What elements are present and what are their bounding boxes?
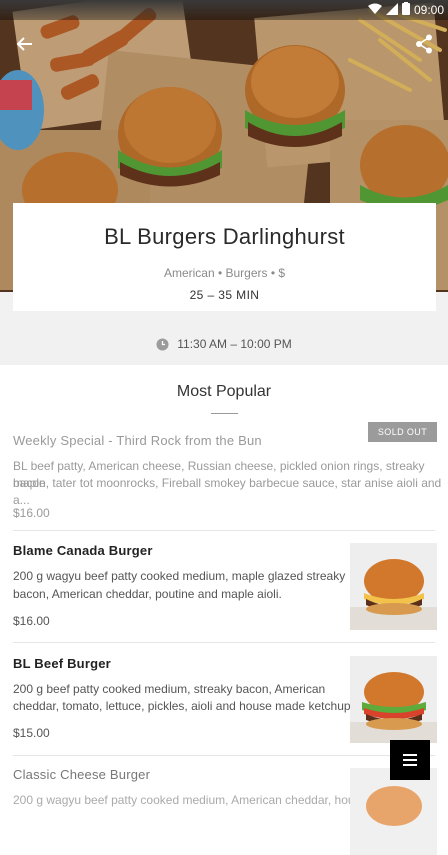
item-title: BL Beef Burger xyxy=(13,656,111,671)
signal-icon xyxy=(385,2,398,18)
status-time: 09:00 xyxy=(413,3,444,17)
back-button[interactable] xyxy=(10,30,38,58)
item-title: Classic Cheese Burger xyxy=(13,767,151,782)
item-price: $15.00 xyxy=(13,726,50,740)
item-photo xyxy=(350,768,437,855)
delivery-eta: 25 – 35 MIN xyxy=(189,288,260,302)
divider xyxy=(13,642,435,643)
opening-hours: 11:30 AM – 10:00 PM xyxy=(0,337,448,351)
item-photo xyxy=(350,656,437,743)
item-price: $16.00 xyxy=(13,614,50,628)
battery-icon xyxy=(401,2,410,18)
divider xyxy=(13,530,435,531)
item-description: 200 g wagyu beef patty cooked medium, ma… xyxy=(13,569,346,583)
share-icon xyxy=(416,34,432,54)
item-title: Blame Canada Burger xyxy=(13,543,153,558)
item-description: bacon, tater tot moonrocks, Fireball smo… xyxy=(13,476,442,507)
share-button[interactable] xyxy=(410,30,438,58)
menu-icon xyxy=(403,754,417,766)
item-description: cheddar, tomato, lettuce, pickles, aioli… xyxy=(13,699,354,713)
divider xyxy=(13,755,435,756)
arrow-left-icon xyxy=(16,37,32,51)
item-photo xyxy=(350,543,437,630)
status-bar: 09:00 xyxy=(0,0,448,20)
item-title: Weekly Special - Third Rock from the Bun xyxy=(13,433,262,448)
sold-out-badge: SOLD OUT xyxy=(368,422,437,442)
item-description: 200 g beef patty cooked medium, streaky … xyxy=(13,682,326,696)
restaurant-cuisine: American • Burgers • $ xyxy=(163,266,286,280)
section-divider xyxy=(211,413,238,414)
item-description: bacon, American cheddar, poutine and map… xyxy=(13,587,282,601)
item-description: 200 g wagyu beef patty cooked medium, Am… xyxy=(13,793,368,807)
clock-icon xyxy=(156,338,169,350)
section-title: Most Popular xyxy=(176,383,272,400)
restaurant-name: BL Burgers Darlinghurst xyxy=(104,224,345,249)
wifi-icon xyxy=(367,3,382,18)
hours-text: 11:30 AM – 10:00 PM xyxy=(177,337,292,351)
menu-button[interactable] xyxy=(390,740,430,780)
restaurant-info-card: BL Burgers Darlinghurst American • Burge… xyxy=(13,203,436,311)
item-price: $16.00 xyxy=(13,506,50,520)
